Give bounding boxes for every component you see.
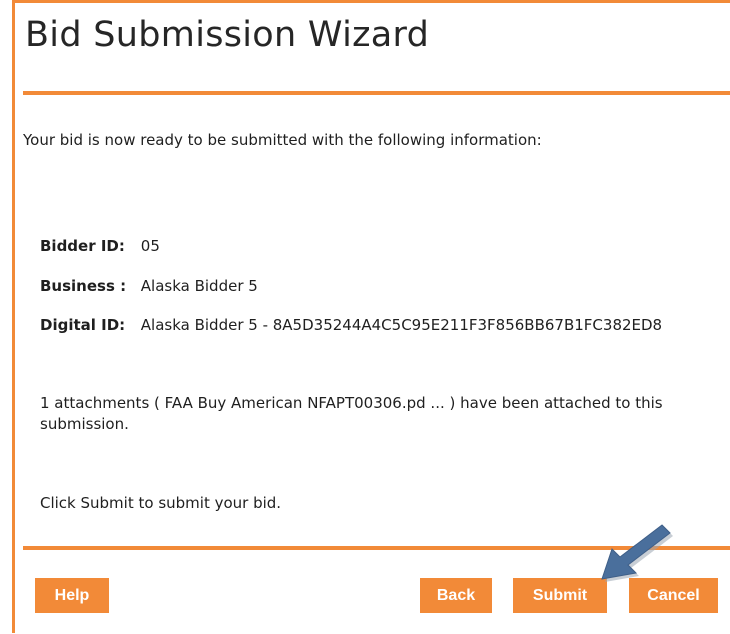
bidder-id-value: 05 [140,237,160,255]
digital-id-label: Digital ID: [40,316,126,334]
arrow-pointer-icon [601,524,673,582]
help-button[interactable]: Help [35,578,109,613]
digital-id-row: Digital ID: Alaska Bidder 5 - 8A5D35244A… [40,316,662,334]
digital-id-value: Alaska Bidder 5 - 8A5D35244A4C5C95E211F3… [140,316,663,334]
submit-button[interactable]: Submit [513,578,607,613]
submit-instruction: Click Submit to submit your bid. [40,494,282,512]
business-row: Business : Alaska Bidder 5 [40,277,258,295]
page-title: Bid Submission Wizard [25,15,430,55]
business-label: Business : [40,277,127,295]
bidder-id-label: Bidder ID: [40,237,125,255]
business-value: Alaska Bidder 5 [140,277,258,295]
back-button[interactable]: Back [420,578,492,613]
footer-divider [23,546,730,550]
cancel-button[interactable]: Cancel [629,578,718,613]
intro-text: Your bid is now ready to be submitted wi… [23,131,542,149]
attachments-text: 1 attachments ( FAA Buy American NFAPT00… [40,394,663,433]
header-divider [23,91,730,95]
bid-submission-wizard: Bid Submission Wizard Your bid is now re… [12,0,730,633]
bidder-id-row: Bidder ID: 05 [40,237,160,255]
